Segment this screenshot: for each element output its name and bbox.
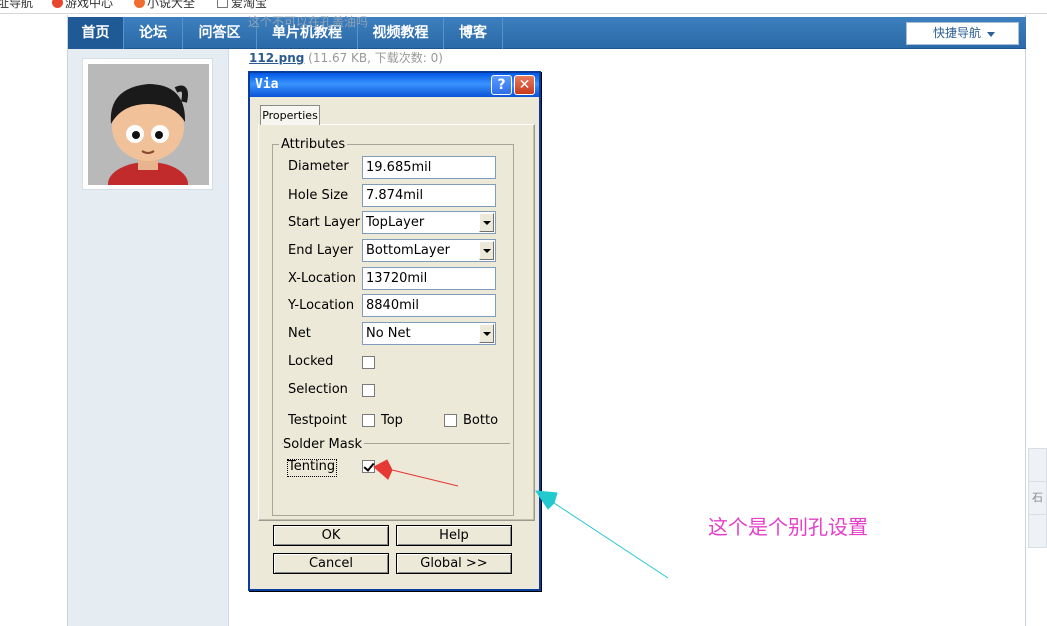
novel-icon xyxy=(134,0,145,8)
diameter-field[interactable]: 19.685mil xyxy=(362,156,496,179)
avatar[interactable] xyxy=(82,58,213,190)
start-layer-label: Start Layer xyxy=(288,215,361,230)
y-location-field[interactable]: 8840mil xyxy=(362,294,496,317)
diameter-label: Diameter xyxy=(288,159,349,174)
ok-button[interactable]: OK xyxy=(273,525,389,546)
post-title-fragment: 这个不可以在孔盖油吗 xyxy=(248,15,369,29)
nav-home[interactable]: 首页 xyxy=(68,17,124,49)
locked-checkbox[interactable] xyxy=(362,356,375,369)
attributes-group-title: Attributes xyxy=(279,137,348,152)
attachment-link[interactable]: 112.png xyxy=(249,51,304,65)
tenting-label: Tenting xyxy=(288,459,336,474)
y-location-label: Y-Location xyxy=(288,298,355,313)
tab-properties[interactable]: Properties xyxy=(260,105,320,125)
cancel-button[interactable]: Cancel xyxy=(273,553,389,574)
global-button[interactable]: Global >> xyxy=(396,553,512,574)
end-layer-label: End Layer xyxy=(288,243,354,258)
end-layer-select[interactable]: BottomLayer xyxy=(362,239,496,262)
x-location-field[interactable]: 13720mil xyxy=(362,267,496,290)
game-icon xyxy=(52,0,63,8)
dropdown-arrow-icon[interactable] xyxy=(479,324,494,343)
cyan-arrow-icon xyxy=(535,490,669,579)
testpoint-bottom-checkbox[interactable] xyxy=(444,414,457,427)
bookmarks-bar: 址导航 游戏中心 小说大全 爱淘宝 xyxy=(0,0,1047,14)
nav-blog[interactable]: 博客 xyxy=(444,17,503,49)
nav-qa[interactable]: 问答区 xyxy=(183,17,257,49)
hole-size-field[interactable]: 7.874mil xyxy=(362,184,496,207)
bookmark-taobao[interactable]: 爱淘宝 xyxy=(217,0,267,11)
quick-nav-dropdown[interactable]: 快捷导航 xyxy=(906,22,1019,45)
bookmark-game[interactable]: 游戏中心 xyxy=(52,0,113,11)
close-icon[interactable]: ✕ xyxy=(514,75,535,95)
dropdown-arrow-icon[interactable] xyxy=(479,241,494,260)
annotation-text: 这个是个别孔设置 xyxy=(708,515,868,539)
caret-down-icon xyxy=(987,32,995,37)
x-location-label: X-Location xyxy=(288,271,356,286)
nav-forum[interactable]: 论坛 xyxy=(124,17,183,49)
net-select[interactable]: No Net xyxy=(362,322,496,345)
testpoint-bottom-label: Botto xyxy=(463,413,499,428)
attachment-info: 112.png (11.67 KB, 下载次数: 0) xyxy=(249,49,443,66)
help-icon[interactable]: ? xyxy=(491,75,512,95)
locked-label: Locked xyxy=(288,354,334,369)
dropdown-arrow-icon[interactable] xyxy=(479,213,494,232)
help-button[interactable]: Help xyxy=(396,525,512,546)
via-dialog: Via ? ✕ Properties Attributes Diameter 1… xyxy=(248,71,541,591)
right-tab-1[interactable] xyxy=(1028,448,1047,482)
testpoint-top-checkbox[interactable] xyxy=(362,414,375,427)
attachment-meta: (11.67 KB, 下载次数: 0) xyxy=(308,51,443,65)
page: 址导航 游戏中心 小说大全 爱淘宝 首页 论坛 问答区 单片机教程 视频教程 博… xyxy=(0,0,1047,626)
avatar-cartoon-icon xyxy=(88,64,209,185)
bookmark-nav[interactable]: 址导航 xyxy=(0,0,33,11)
selection-label: Selection xyxy=(288,382,348,397)
testpoint-label: Testpoint xyxy=(288,413,347,428)
forum-nav-bar: 首页 论坛 问答区 单片机教程 视频教程 博客 xyxy=(68,17,1026,49)
right-tab-2[interactable]: 石 xyxy=(1028,481,1047,515)
net-label: Net xyxy=(288,326,311,341)
checkbox-icon xyxy=(217,0,228,8)
testpoint-top-label: Top xyxy=(381,413,403,428)
selection-checkbox[interactable] xyxy=(362,384,375,397)
right-tab-3[interactable] xyxy=(1028,514,1047,548)
page-frame-right xyxy=(1025,15,1026,626)
start-layer-select[interactable]: TopLayer xyxy=(362,211,496,234)
tenting-checkbox[interactable] xyxy=(362,460,375,473)
hole-size-label: Hole Size xyxy=(288,188,349,203)
solder-mask-title: Solder Mask xyxy=(283,437,365,452)
bookmark-novel[interactable]: 小说大全 xyxy=(134,0,195,11)
nav-video-tutorial[interactable]: 视频教程 xyxy=(358,17,444,49)
